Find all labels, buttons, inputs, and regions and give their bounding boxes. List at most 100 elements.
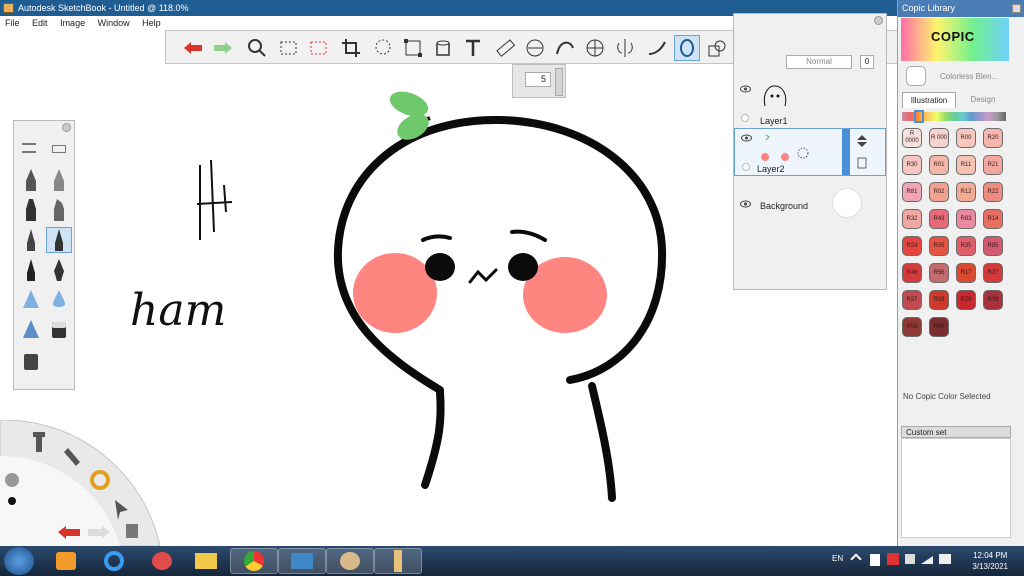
eraser-brush[interactable]: [46, 317, 72, 343]
layer-row-background[interactable]: Background: [734, 180, 886, 228]
taskbar-chrome[interactable]: [230, 548, 278, 574]
tab-design[interactable]: Design: [958, 92, 1008, 108]
copic-swatch[interactable]: R37: [902, 290, 922, 310]
copic-swatch[interactable]: R56: [929, 263, 949, 283]
layer-lock-toggle[interactable]: [741, 114, 749, 122]
background-color-swatch[interactable]: [832, 188, 862, 218]
tray-flag-icon[interactable]: [905, 554, 915, 564]
taskbar-internet-explorer[interactable]: [90, 548, 138, 574]
copic-swatch[interactable]: R22: [983, 182, 1003, 202]
eye-icon[interactable]: [740, 85, 751, 93]
menu-edit[interactable]: Edit: [27, 16, 53, 30]
copic-swatch[interactable]: R08: [929, 290, 949, 310]
ellipse-guide-tool[interactable]: [522, 35, 548, 61]
copic-swatch[interactable]: R43: [929, 209, 949, 229]
undo-button[interactable]: [180, 35, 206, 61]
copic-swatch[interactable]: R01: [929, 155, 949, 175]
copic-swatch[interactable]: R59: [902, 317, 922, 337]
custom-set-header[interactable]: Custom set: [901, 426, 1011, 438]
copic-swatch[interactable]: R20: [983, 128, 1003, 148]
copic-swatch[interactable]: R17: [956, 263, 976, 283]
lagoon-layers-icon[interactable]: [126, 524, 138, 538]
tray-signal-icon[interactable]: [921, 554, 933, 564]
chisel-marker-brush[interactable]: [46, 197, 72, 223]
copic-swatch[interactable]: R27: [983, 263, 1003, 283]
copic-swatch[interactable]: R29: [956, 290, 976, 310]
copic-swatch[interactable]: R14: [983, 209, 1003, 229]
layer-opacity-bar[interactable]: [842, 129, 850, 175]
tray-antivirus-icon[interactable]: [887, 553, 899, 565]
start-button[interactable]: [4, 547, 34, 575]
taskbar-sketchbook[interactable]: [374, 548, 422, 574]
brush-size-slider[interactable]: [555, 68, 563, 96]
menu-window[interactable]: Window: [93, 16, 135, 30]
brush-size-value[interactable]: 5: [525, 72, 551, 87]
copic-swatch[interactable]: R35: [956, 236, 976, 256]
language-indicator[interactable]: EN: [832, 554, 843, 563]
palette-close-icon[interactable]: [62, 123, 71, 132]
taskbar-media-player[interactable]: [42, 548, 90, 574]
layer-editor-close-icon[interactable]: [874, 16, 883, 25]
tab-illustration[interactable]: Illustration: [902, 92, 956, 108]
crop-tool[interactable]: [338, 35, 364, 61]
soft-airbrush-brush[interactable]: [18, 317, 44, 343]
copic-swatch[interactable]: R 000: [929, 128, 949, 148]
tray-expand-icon[interactable]: [850, 553, 862, 565]
tray-volume-icon[interactable]: [939, 554, 951, 564]
copic-swatch[interactable]: R 0000: [902, 128, 922, 148]
lagoon-size-icon[interactable]: [8, 497, 16, 505]
stroke-stabilizer-tool[interactable]: [644, 35, 670, 61]
blur-brush[interactable]: [46, 287, 72, 313]
blend-mode-select[interactable]: Normal: [786, 55, 852, 69]
brush-library-icon[interactable]: [52, 145, 66, 153]
text-tool[interactable]: [460, 35, 486, 61]
french-curve-tool[interactable]: [552, 35, 578, 61]
fill-tool[interactable]: [430, 35, 456, 61]
brush-pen-brush[interactable]: [18, 257, 44, 283]
copic-swatch[interactable]: R46: [902, 263, 922, 283]
select-tool[interactable]: [276, 35, 302, 61]
layer-row-layer2[interactable]: Layer2: [734, 128, 886, 176]
crop-select-tool[interactable]: [306, 35, 332, 61]
ballpoint-brush[interactable]: [46, 167, 72, 193]
lasso-tool[interactable]: [370, 35, 396, 61]
copic-swatch[interactable]: R12: [956, 182, 976, 202]
copic-swatch[interactable]: R39: [983, 290, 1003, 310]
layer-lock-toggle[interactable]: [742, 163, 750, 171]
fine-pen-brush[interactable]: [46, 227, 72, 253]
layer-row-layer1[interactable]: Layer1: [734, 80, 886, 128]
menu-help[interactable]: Help: [137, 16, 166, 30]
redo-button[interactable]: [210, 35, 236, 61]
eye-icon[interactable]: [741, 134, 752, 142]
shape-ellipse-tool[interactable]: [674, 35, 700, 61]
layer-menu-icon[interactable]: [857, 157, 867, 169]
marker-brush[interactable]: [18, 197, 44, 223]
copic-swatch[interactable]: R21: [983, 155, 1003, 175]
copic-swatch[interactable]: R81: [902, 182, 922, 202]
copic-swatch[interactable]: R32: [902, 209, 922, 229]
perspective-tool[interactable]: [582, 35, 608, 61]
nib-pen-brush[interactable]: [46, 257, 72, 283]
copic-swatch[interactable]: R30: [902, 155, 922, 175]
copic-swatch[interactable]: R02: [929, 182, 949, 202]
custom-set-area[interactable]: [901, 438, 1011, 538]
airbrush-brush[interactable]: [18, 287, 44, 313]
hard-eraser-brush[interactable]: [18, 349, 44, 375]
zoom-tool[interactable]: [244, 35, 270, 61]
copic-swatch[interactable]: R11: [956, 155, 976, 175]
brush-properties-icon[interactable]: [22, 143, 36, 153]
menu-image[interactable]: Image: [55, 16, 90, 30]
copic-swatch[interactable]: R85: [983, 236, 1003, 256]
ruler-tool[interactable]: [492, 35, 518, 61]
copic-swatch[interactable]: R24: [902, 236, 922, 256]
menu-file[interactable]: File: [0, 16, 25, 30]
taskbar-snipping-tool[interactable]: [138, 548, 186, 574]
eye-icon[interactable]: [740, 200, 751, 208]
lagoon-opacity-icon[interactable]: [5, 473, 19, 487]
taskbar-file-explorer[interactable]: [182, 548, 230, 574]
inking-pen-brush[interactable]: [18, 227, 44, 253]
clock[interactable]: 12:04 PM 3/13/2021: [972, 550, 1008, 572]
layer-opacity-value[interactable]: 0: [860, 55, 874, 69]
move-layer-icon[interactable]: [857, 135, 867, 147]
copic-swatch[interactable]: R83: [956, 209, 976, 229]
